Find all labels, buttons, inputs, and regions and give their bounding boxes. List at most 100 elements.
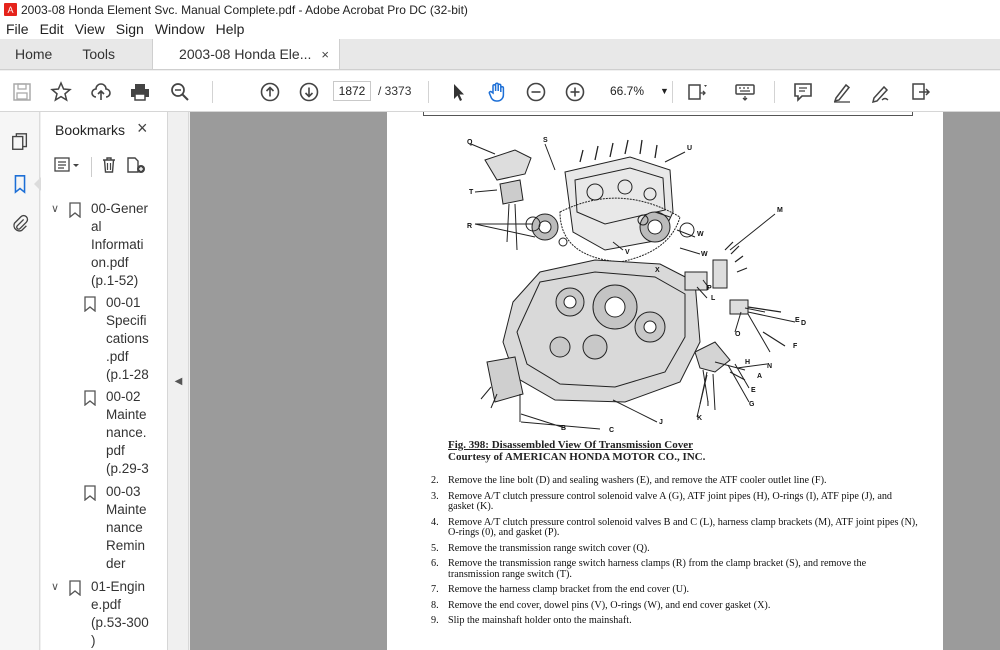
diagram-callout-label: A — [757, 373, 762, 380]
menu-file[interactable]: File — [6, 21, 29, 37]
diagram-callout-label: E — [795, 317, 800, 324]
tab-close-icon[interactable]: × — [321, 47, 329, 62]
diagram-callout-label: J — [659, 419, 663, 426]
bookmark-panel-icon[interactable] — [9, 173, 41, 195]
procedure-step: 4. Remove A/T clutch pressure control sol… — [431, 516, 918, 538]
tab-tools[interactable]: Tools — [67, 39, 130, 69]
diagram-callout-label: U — [687, 145, 692, 152]
diagram-callout-label: V — [625, 249, 630, 256]
bookmark-item[interactable]: ∨ 00-Gener al Informati on.pdf (p.1-52) — [51, 200, 149, 290]
page-fit-icon[interactable] — [684, 79, 710, 105]
diagram-callout-label: F — [793, 343, 798, 350]
diagram-callout-label: R — [467, 223, 472, 230]
diagram-callout-label: X — [655, 267, 660, 274]
hand-tool-icon[interactable] — [484, 79, 510, 105]
bookmark-item[interactable]: 00-02 Mainte nance. pdf (p.29-3 — [84, 388, 149, 478]
bookmark-item[interactable]: ∨ 01-Engin e.pdf (p.53-300 ) — [51, 578, 149, 650]
diagram-callout-label: O — [735, 331, 741, 338]
bookmark-label: 00-03 Mainte nance Remin der — [106, 484, 147, 571]
zoom-out-icon[interactable] — [523, 79, 549, 105]
tab-home[interactable]: Home — [0, 39, 67, 69]
bookmark-icon — [84, 296, 96, 312]
tab-document[interactable]: 2003-08 Honda Ele... × — [152, 39, 340, 69]
procedure-step: 3. Remove A/T clutch pressure control sol… — [431, 490, 893, 512]
new-bookmark-icon[interactable] — [126, 156, 146, 177]
procedure-step: 7. Remove the harness clamp bracket from … — [431, 584, 690, 596]
diagram-callout-label: N — [767, 363, 772, 370]
star-icon[interactable] — [48, 79, 74, 105]
diagram-callout-label: L — [711, 295, 716, 302]
diagram-callout-label: M — [777, 207, 783, 214]
close-panel-icon[interactable]: × — [137, 118, 148, 139]
keyboard-icon[interactable] — [732, 79, 758, 105]
bookmark-options-icon[interactable] — [53, 156, 83, 177]
zoom-level-value: 66.7% — [610, 84, 645, 98]
chevron-down-icon[interactable]: ∨ — [51, 578, 59, 596]
toolbar-separator — [672, 81, 673, 103]
comment-icon[interactable] — [790, 79, 816, 105]
procedure-step: 9. Slip the mainshaft holder onto the mai… — [431, 615, 632, 627]
bookmark-item[interactable]: 00-01 Specifi cations .pdf (p.1-28 — [84, 294, 149, 384]
chevron-down-icon[interactable]: ∨ — [51, 200, 59, 218]
page-thumbnails-icon[interactable] — [9, 131, 31, 153]
panel-title: Bookmarks — [55, 122, 126, 138]
select-pointer-icon[interactable] — [445, 79, 471, 105]
figure-caption-credit: Courtesy of AMERICAN HONDA MOTOR CO., IN… — [448, 451, 706, 463]
bookmark-icon — [69, 580, 81, 596]
procedure-step: 6. Remove the transmission range switch h… — [431, 558, 867, 580]
diagram-callout-label: Q — [467, 139, 473, 146]
tab-bar: Home Tools 2003-08 Honda Ele... × — [0, 39, 1000, 70]
toolbar-separator — [212, 81, 213, 103]
zoom-search-icon[interactable] — [167, 79, 193, 105]
collapse-panel-toggle[interactable]: ◀ — [169, 112, 189, 650]
acrobat-logo-icon: A — [4, 3, 17, 16]
bookmarks-panel: Bookmarks × ∨ 00-Gener al Informati on.p… — [41, 112, 201, 650]
bookmark-item[interactable]: 00-03 Mainte nance Remin der — [84, 483, 147, 573]
tab-document-label: 2003-08 Honda Ele... — [179, 46, 312, 62]
send-document-icon[interactable] — [907, 79, 933, 105]
page-total: / 3373 — [378, 84, 412, 98]
highlight-pen-icon[interactable] — [829, 79, 855, 105]
zoom-level-dropdown[interactable]: 66.7% ▼ — [600, 81, 669, 101]
bookmark-icon — [84, 390, 96, 406]
window-titlebar: A 2003-08 Honda Element Svc. Manual Comp… — [0, 0, 1000, 19]
sign-pen-icon[interactable] — [868, 79, 894, 105]
diagram-callout-label: H — [745, 359, 750, 366]
procedure-step: 2. Remove the line bolt (D) and sealing w… — [431, 475, 827, 486]
bookmark-icon — [69, 202, 81, 218]
zoom-in-icon[interactable] — [562, 79, 588, 105]
save-icon[interactable] — [9, 79, 35, 105]
main-toolbar: 1872 / 3373 66.7% ▼ — [0, 71, 1000, 112]
delete-bookmark-icon[interactable] — [100, 156, 118, 177]
figure-caption-title: Fig. 398: Disassembled View Of Transmiss… — [448, 439, 693, 451]
diagram-callout-label: G — [749, 401, 755, 408]
cloud-upload-icon[interactable] — [88, 79, 114, 105]
menu-window[interactable]: Window — [155, 21, 205, 37]
bookmark-label: 01-Engin e.pdf (p.53-300 ) — [91, 579, 149, 648]
next-page-icon[interactable] — [296, 79, 322, 105]
toolbar-separator — [91, 156, 92, 177]
menu-edit[interactable]: Edit — [40, 21, 64, 37]
toolbar-separator — [428, 81, 429, 103]
diagram-callout-label: E — [751, 387, 756, 394]
menu-view[interactable]: View — [75, 21, 105, 37]
diagram-callout-label: B — [561, 425, 566, 432]
menu-help[interactable]: Help — [216, 21, 245, 37]
chevron-left-icon: ◀ — [174, 375, 183, 387]
page-header-rule — [423, 112, 913, 116]
diagram-callout-label: D — [801, 320, 806, 327]
procedure-steps: 2. Remove the line bolt (D) and sealing w… — [431, 475, 919, 632]
diagram-callout-label: S — [543, 137, 548, 144]
document-viewer[interactable]: QSUTRWVWXMPLOEDFNHEGIKJCBA Fig. 398: Dis… — [190, 112, 1000, 650]
print-icon[interactable] — [127, 79, 153, 105]
bookmark-label: 00-Gener al Informati on.pdf (p.1-52) — [91, 201, 149, 288]
diagram-callout-label: T — [469, 189, 474, 196]
previous-page-icon[interactable] — [257, 79, 283, 105]
transmission-exploded-diagram: Q SUTRWV WXMPLOE DFNHEGIKJCBA — [467, 137, 806, 434]
bookmark-label: 00-01 Specifi cations .pdf (p.1-28 — [106, 295, 149, 382]
menu-sign[interactable]: Sign — [116, 21, 144, 37]
page-number-input[interactable]: 1872 — [333, 81, 371, 101]
diagram-callout-label: P — [707, 285, 712, 292]
attachment-paperclip-icon[interactable] — [9, 213, 31, 235]
diagram-callout-label: I — [707, 401, 709, 408]
